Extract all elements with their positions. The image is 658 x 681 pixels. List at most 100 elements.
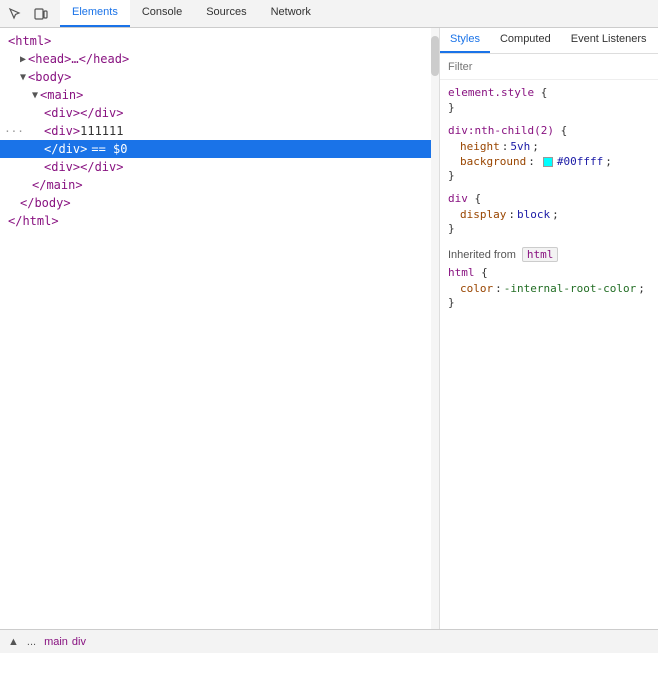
- tab-computed[interactable]: Computed: [490, 28, 561, 53]
- elements-panel: <html> ▶ <head>…</head> ▼ <body> ▼ <main…: [0, 28, 440, 629]
- tab-network[interactable]: Network: [259, 0, 323, 27]
- css-val-height: 5vh: [510, 140, 530, 153]
- tab-styles[interactable]: Styles: [440, 28, 490, 53]
- devtools-toolbar: Elements Console Sources Network: [0, 0, 658, 28]
- prop-display: display : block ;: [448, 207, 650, 222]
- css-semi-display: ;: [552, 208, 559, 221]
- main-tabs: Elements Console Sources Network: [60, 0, 323, 27]
- div2-content: 111111: [80, 124, 123, 138]
- tag-main: <main>: [40, 88, 83, 102]
- inspect-button[interactable]: [4, 3, 26, 25]
- tab-elements[interactable]: Elements: [60, 0, 130, 27]
- status-bar: ▲ ... main div: [0, 629, 658, 653]
- rule-element-style: element.style { }: [448, 84, 650, 114]
- tag-body: <body>: [28, 70, 71, 84]
- tag-div3: <div></div>: [44, 160, 123, 174]
- status-arrow-down[interactable]: ...: [27, 636, 36, 648]
- filter-input[interactable]: [448, 61, 650, 73]
- prop-color: color : -internal-root-color ;: [448, 281, 650, 296]
- css-selector-div: div: [448, 192, 468, 205]
- tree-div2-close[interactable]: </div> == $0: [0, 140, 439, 158]
- device-toolbar-button[interactable]: [30, 3, 52, 25]
- selector-nth-child: div:nth-child(2) {: [448, 122, 650, 139]
- triangle-body: ▼: [20, 72, 26, 83]
- css-val-display: block: [517, 208, 550, 221]
- css-colon-bg: :: [528, 155, 535, 168]
- tree-html-close[interactable]: </html>: [0, 212, 439, 230]
- css-semi-bg: ;: [605, 155, 612, 168]
- tag-div1: <div></div>: [44, 106, 123, 120]
- dots-indicator: ···: [4, 125, 24, 138]
- css-colon-color: :: [495, 282, 502, 295]
- brace-close-nth: }: [448, 169, 650, 182]
- styles-panel: Styles Computed Event Listeners element.…: [440, 28, 658, 629]
- filter-bar: [440, 54, 658, 80]
- triangle-head: ▶: [20, 54, 26, 65]
- tag-div2-close: </div>: [44, 142, 87, 156]
- tag-html: <html>: [8, 34, 51, 48]
- tree-div3[interactable]: <div></div>: [0, 158, 439, 176]
- inherited-tag: html: [522, 247, 559, 262]
- tree-div1[interactable]: <div></div>: [0, 104, 439, 122]
- tag-head-dots: …: [71, 52, 78, 66]
- css-val-color: -internal-root-color: [504, 282, 636, 295]
- rule-html: html { color : -internal-root-color ; }: [448, 264, 650, 309]
- tag-html-close: </html>: [8, 214, 59, 228]
- css-colon-display: :: [508, 208, 515, 221]
- selector-div: div {: [448, 190, 650, 207]
- elements-tree: <html> ▶ <head>…</head> ▼ <body> ▼ <main…: [0, 28, 439, 629]
- selector-html: html {: [448, 264, 650, 281]
- brace-close-div: }: [448, 222, 650, 235]
- inherited-header: Inherited from html: [448, 243, 650, 264]
- css-val-bg: #00ffff: [557, 155, 603, 168]
- brace-open-nth: {: [561, 124, 568, 137]
- tree-head[interactable]: ▶ <head>…</head>: [0, 50, 439, 68]
- css-brace-open: {: [541, 86, 548, 99]
- tag-head-open: <head>: [28, 52, 71, 66]
- tag-body-close: </body>: [20, 196, 71, 210]
- css-semi-height: ;: [532, 140, 539, 153]
- brace-close-html: }: [448, 296, 650, 309]
- triangle-main: ▼: [32, 90, 38, 101]
- tree-body[interactable]: ▼ <body>: [0, 68, 439, 86]
- brace-open-html: {: [481, 266, 488, 279]
- tree-main[interactable]: ▼ <main>: [0, 86, 439, 104]
- breadcrumb-main[interactable]: main: [44, 636, 68, 648]
- tag-head-close: </head>: [79, 52, 130, 66]
- css-prop-height: height: [460, 140, 500, 153]
- css-selector-html: html: [448, 266, 475, 279]
- prop-height: height : 5vh ;: [448, 139, 650, 154]
- tree-div2[interactable]: ··· <div>111111: [0, 122, 439, 140]
- css-content: element.style { } div:nth-child(2) { hei…: [440, 80, 658, 629]
- rule-div: div { display : block ; }: [448, 190, 650, 235]
- styles-tabs: Styles Computed Event Listeners: [440, 28, 658, 54]
- scrollbar-track[interactable]: [431, 28, 439, 629]
- rule-nth-child: div:nth-child(2) { height : 5vh ; backgr…: [448, 122, 650, 182]
- tab-console[interactable]: Console: [130, 0, 194, 27]
- toolbar-icons: [4, 3, 52, 25]
- tree-html[interactable]: <html>: [0, 32, 439, 50]
- css-prop-color: color: [460, 282, 493, 295]
- tree-body-close[interactable]: </body>: [0, 194, 439, 212]
- color-swatch-bg[interactable]: [543, 157, 553, 167]
- tag-main-close: </main>: [32, 178, 83, 192]
- css-semi-color: ;: [638, 282, 645, 295]
- devtools-main: <html> ▶ <head>…</head> ▼ <body> ▼ <main…: [0, 28, 658, 629]
- inherited-label: Inherited from: [448, 249, 516, 261]
- prop-background: background : #00ffff ;: [448, 154, 650, 169]
- css-selector-text: element.style: [448, 86, 534, 99]
- tab-event-listeners[interactable]: Event Listeners: [561, 28, 657, 53]
- css-prop-display: display: [460, 208, 506, 221]
- status-arrow-up[interactable]: ▲: [8, 636, 19, 648]
- tab-sources[interactable]: Sources: [194, 0, 258, 27]
- tree-main-close[interactable]: </main>: [0, 176, 439, 194]
- scrollbar-thumb[interactable]: [431, 36, 439, 76]
- css-selector-nth: div:nth-child(2): [448, 124, 554, 137]
- selector-element-style: element.style {: [448, 84, 650, 101]
- css-prop-bg: background: [460, 155, 526, 168]
- breadcrumb-div[interactable]: div: [72, 636, 86, 648]
- breadcrumb: main div: [44, 636, 86, 648]
- css-brace-close: }: [448, 101, 650, 114]
- brace-open-div: {: [475, 192, 482, 205]
- css-colon-height: :: [502, 140, 509, 153]
